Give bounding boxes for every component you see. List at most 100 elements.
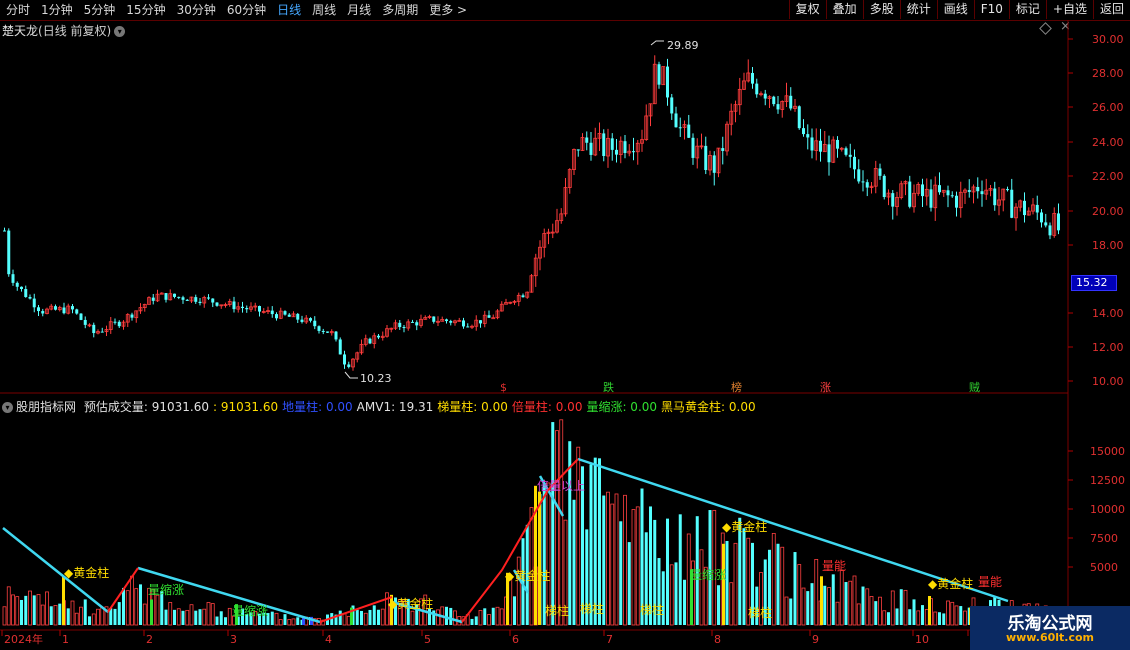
signal-marker: 榜 bbox=[731, 380, 742, 394]
volume-bar bbox=[839, 569, 844, 626]
volume-axis-label: 10000 bbox=[1090, 503, 1125, 516]
volume-bar bbox=[823, 585, 827, 625]
volume-bar bbox=[470, 618, 474, 625]
candle-body bbox=[772, 96, 776, 105]
candle-body bbox=[402, 327, 406, 329]
volume-bar bbox=[88, 616, 91, 625]
volume-bar bbox=[74, 612, 79, 626]
volume-axis-label: 5000 bbox=[1090, 561, 1118, 574]
candle-body bbox=[967, 190, 971, 192]
volume-bar bbox=[666, 518, 669, 625]
candle-body bbox=[32, 298, 36, 308]
low-marker-line bbox=[344, 371, 358, 379]
volume-axis-label: 15000 bbox=[1090, 445, 1125, 458]
candle-body bbox=[313, 320, 317, 327]
volume-bar bbox=[342, 613, 347, 626]
volume-bar bbox=[938, 612, 941, 625]
candle-body bbox=[173, 293, 176, 297]
price-axis-label: 26.00 bbox=[1092, 101, 1124, 114]
time-axis-label: 5 bbox=[424, 633, 431, 646]
volume-bar bbox=[635, 506, 640, 626]
volume-bar bbox=[921, 605, 924, 625]
candle-body bbox=[113, 321, 117, 323]
volume-bar bbox=[606, 491, 610, 626]
volume-bar bbox=[882, 610, 887, 626]
candle-body bbox=[691, 137, 695, 158]
candle-body bbox=[7, 230, 11, 275]
volume-bar bbox=[2, 606, 7, 626]
candle-body bbox=[211, 298, 215, 303]
candle-body bbox=[1010, 189, 1014, 218]
candle-body bbox=[241, 306, 244, 309]
volume-bar bbox=[125, 590, 130, 626]
volume-bar bbox=[338, 610, 342, 625]
candle-body bbox=[1044, 222, 1048, 226]
volume-bar bbox=[287, 619, 292, 626]
candle-body bbox=[861, 181, 865, 183]
volume-bar bbox=[185, 609, 190, 626]
candle-body bbox=[287, 314, 291, 317]
highlight-volume-bar bbox=[928, 596, 931, 625]
candle-body bbox=[232, 301, 236, 310]
candle-body bbox=[100, 331, 104, 333]
candle-body bbox=[54, 306, 57, 310]
volume-bar bbox=[856, 603, 861, 626]
candle-body bbox=[445, 319, 448, 322]
candle-body bbox=[20, 286, 23, 290]
volume-bar bbox=[589, 464, 593, 625]
volume-annotation: ◆黄金柱 bbox=[928, 576, 973, 591]
volume-annotation: 梯柱 bbox=[640, 602, 664, 617]
volume-bar bbox=[139, 584, 142, 625]
candle-body bbox=[164, 293, 168, 300]
volume-bar bbox=[555, 430, 559, 626]
low-price-label: 10.23 bbox=[360, 372, 392, 385]
legend-item: 预估成交量: 91031.60 bbox=[83, 400, 209, 414]
candle-body bbox=[827, 144, 831, 163]
chart-canvas[interactable]: 30.00 28.00 26.00 24.00 22.00 20.00 18.00 14.00… bbox=[0, 0, 1130, 650]
volume-bar bbox=[173, 609, 176, 625]
volume-bar bbox=[134, 588, 139, 626]
volume-bar bbox=[194, 610, 198, 625]
volume-bar bbox=[784, 596, 789, 626]
price-axis-label: 24.00 bbox=[1092, 136, 1124, 149]
volume-bar bbox=[181, 610, 185, 625]
highlight-volume-bar bbox=[538, 491, 541, 625]
volume-bar bbox=[202, 608, 207, 626]
volume-bar bbox=[122, 587, 125, 625]
volume-bar bbox=[780, 546, 785, 626]
signal-marker: 贼 bbox=[969, 380, 980, 394]
volume-bar bbox=[40, 604, 45, 626]
volume-bar bbox=[100, 606, 105, 626]
candle-body bbox=[317, 326, 321, 331]
candle-body bbox=[75, 309, 79, 314]
volume-bar bbox=[15, 596, 20, 626]
dropdown-icon[interactable]: ▾ bbox=[2, 402, 13, 413]
volume-bar bbox=[627, 542, 631, 625]
time-axis-label: 8 bbox=[714, 633, 721, 646]
candle-body bbox=[976, 186, 980, 192]
legend-item: 梯量柱: 0.00 bbox=[437, 400, 508, 414]
candle-body bbox=[449, 321, 453, 323]
volume-bar bbox=[274, 612, 279, 626]
candle-body bbox=[1035, 204, 1039, 213]
volume-bar bbox=[483, 608, 487, 625]
candle-body bbox=[1006, 189, 1009, 191]
volume-bar bbox=[36, 594, 41, 626]
volume-bar bbox=[631, 509, 636, 626]
volume-bar bbox=[372, 605, 376, 625]
volume-bar bbox=[619, 521, 623, 625]
volume-bar bbox=[491, 607, 495, 625]
volume-bar bbox=[380, 608, 385, 626]
candle-body bbox=[632, 151, 635, 153]
volume-annotation: ◆黄金柱 bbox=[64, 565, 109, 580]
volume-bar bbox=[593, 457, 597, 625]
legend-item: AMV1: 19.31 bbox=[356, 400, 434, 414]
volume-bar bbox=[142, 603, 147, 626]
volume-bar bbox=[516, 556, 521, 626]
candle-body bbox=[938, 185, 941, 193]
volume-bar bbox=[908, 609, 912, 625]
candle-body bbox=[92, 324, 96, 334]
indicator-name: 股朋指标网 bbox=[16, 400, 77, 414]
volume-annotation: ◆黄金柱 bbox=[388, 596, 433, 611]
candle-body bbox=[343, 354, 346, 365]
